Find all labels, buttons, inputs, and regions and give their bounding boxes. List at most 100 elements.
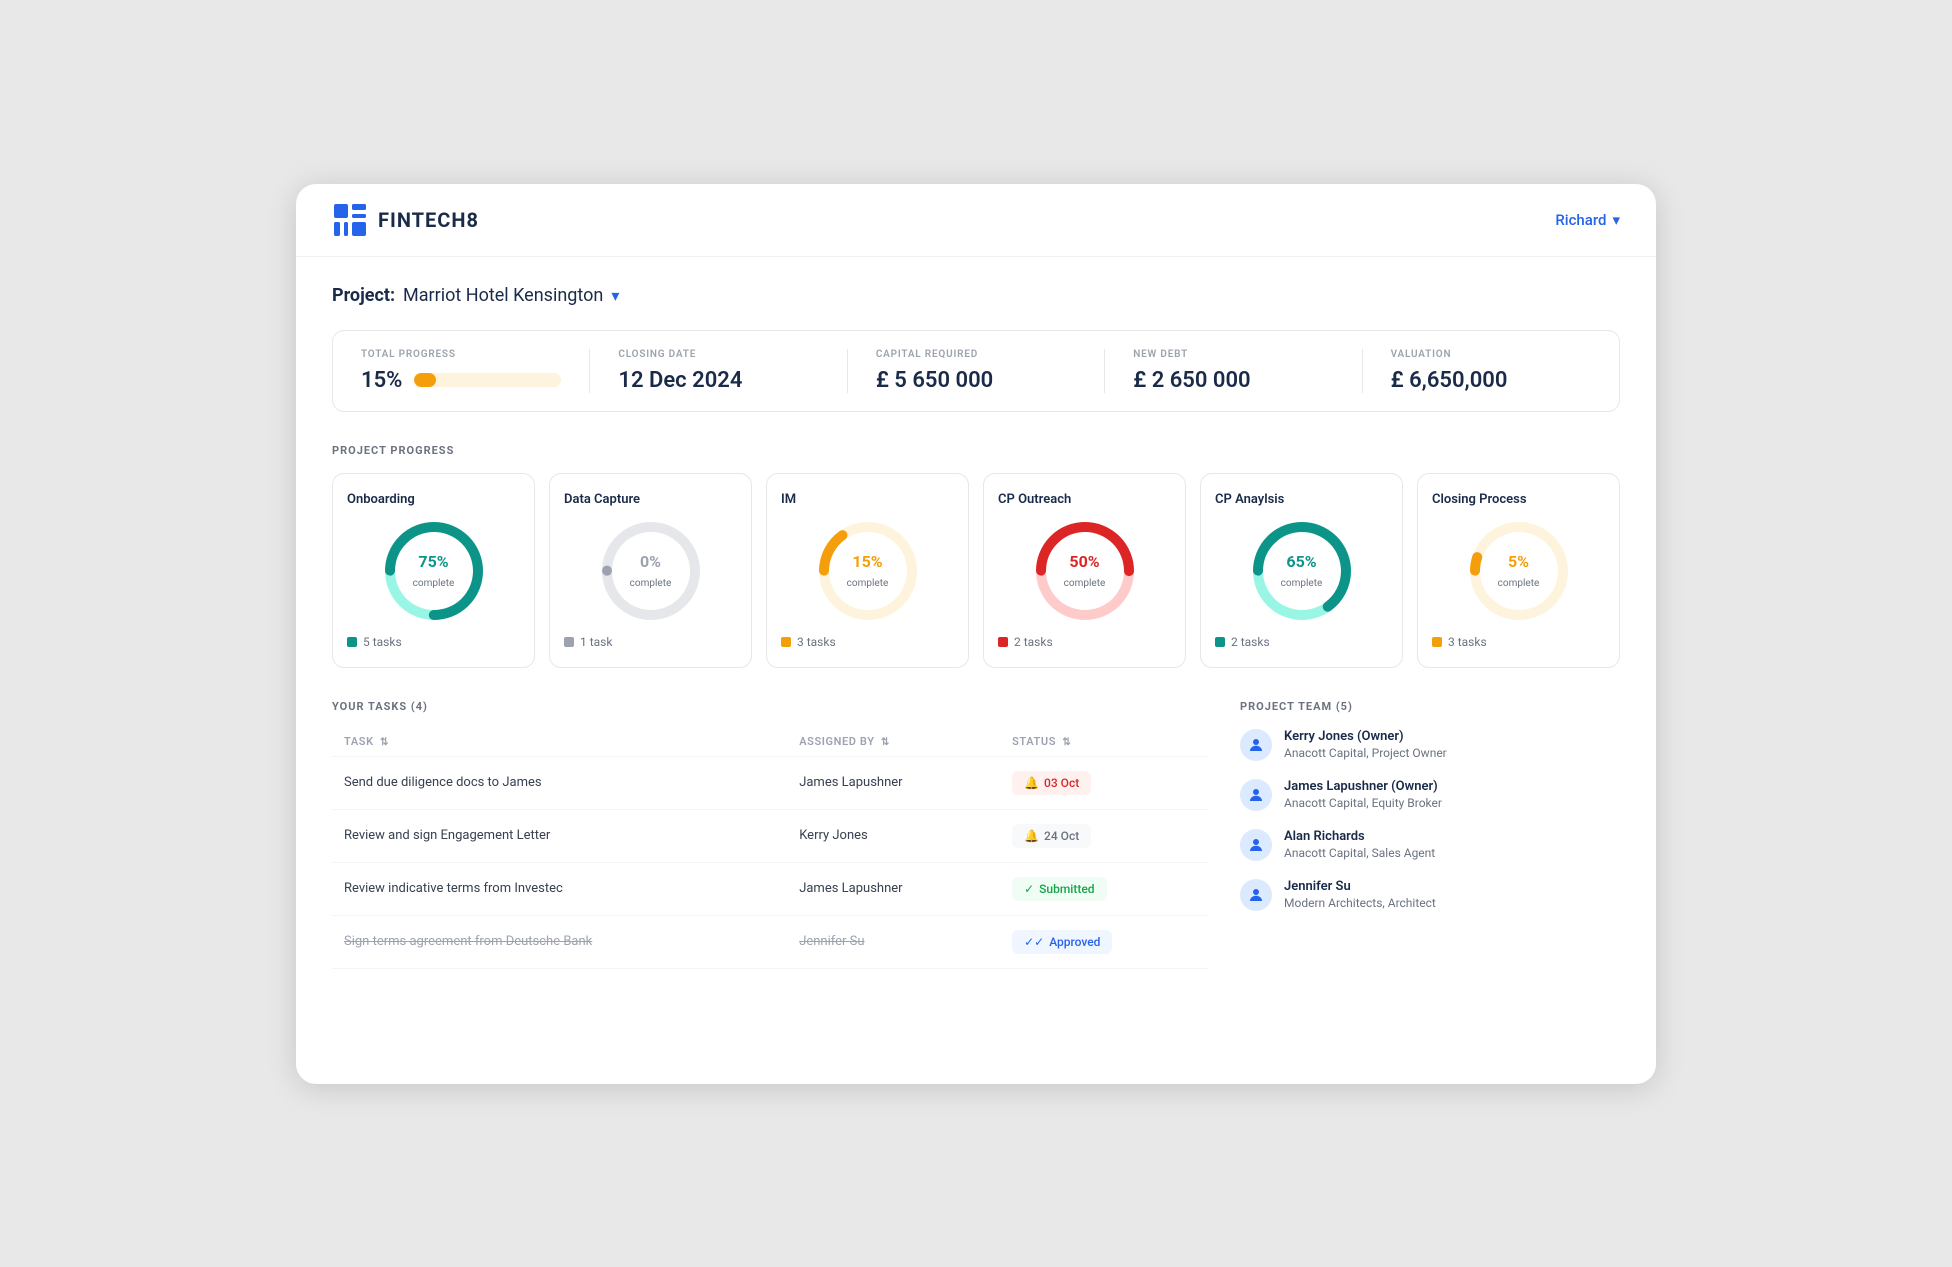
member-role-0: Anacott Capital, Project Owner	[1284, 746, 1447, 760]
tasks-section: YOUR TASKS (4) TASK ⇅ ASSIGNED BY ⇅	[332, 700, 1208, 969]
table-row: Review indicative terms from Investec Ja…	[332, 862, 1208, 915]
donut-container-2: 15% complete	[781, 521, 954, 621]
task-count-0: 5 tasks	[363, 635, 402, 649]
task-name-3: Sign terms agreement from Deutsche Bank	[332, 915, 787, 968]
donut-pct-5: 5%	[1498, 552, 1540, 571]
task-name-2: Review indicative terms from Investec	[332, 862, 787, 915]
tasks-table: TASK ⇅ ASSIGNED BY ⇅ STATUS ⇅	[332, 727, 1208, 969]
member-name-3: Jennifer Su	[1284, 879, 1436, 894]
member-role-3: Modern Architects, Architect	[1284, 896, 1436, 910]
task-count-4: 2 tasks	[1231, 635, 1270, 649]
member-info-0: Kerry Jones (Owner) Anacott Capital, Pro…	[1284, 729, 1447, 760]
task-assigned-2: James Lapushner	[787, 862, 1000, 915]
progress-card-4: CP Anaylsis 65% complete 2 tasks	[1200, 473, 1403, 668]
person-icon	[1247, 736, 1265, 754]
donut-complete-3: complete	[1064, 578, 1106, 589]
stat-valuation: VALUATION £ 6,650,000	[1363, 349, 1619, 393]
person-icon	[1247, 786, 1265, 804]
sort-assigned-icon: ⇅	[881, 737, 890, 748]
person-icon	[1247, 836, 1265, 854]
team-members-container: Kerry Jones (Owner) Anacott Capital, Pro…	[1240, 729, 1620, 911]
col-status[interactable]: STATUS ⇅	[1000, 727, 1208, 757]
task-assigned-1: Kerry Jones	[787, 809, 1000, 862]
project-label: Project:	[332, 285, 395, 306]
task-dot-2	[781, 637, 791, 647]
task-count-1: 1 task	[580, 635, 612, 649]
new-debt-value: £ 2 650 000	[1133, 368, 1333, 393]
donut-label-5: 5% complete	[1498, 552, 1540, 590]
member-info-1: James Lapushner (Owner) Anacott Capital,…	[1284, 779, 1442, 810]
col-assigned[interactable]: ASSIGNED BY ⇅	[787, 727, 1000, 757]
task-status-2: ✓ Submitted	[1000, 862, 1208, 915]
donut-label-3: 50% complete	[1064, 552, 1106, 590]
donut-pct-4: 65%	[1281, 552, 1323, 571]
project-dropdown-icon[interactable]: ▾	[611, 286, 619, 305]
logo-icon	[332, 202, 368, 238]
status-text-3: Approved	[1049, 935, 1100, 949]
task-dot-0	[347, 637, 357, 647]
task-dot-5	[1432, 637, 1442, 647]
progress-card-1: Data Capture 0% complete 1 task	[549, 473, 752, 668]
progress-container: 15%	[361, 368, 561, 393]
person-icon	[1247, 886, 1265, 904]
list-item: Alan Richards Anacott Capital, Sales Age…	[1240, 829, 1620, 861]
task-name-0: Send due diligence docs to James	[332, 756, 787, 809]
stats-bar: TOTAL PROGRESS 15% CLOSING DATE 12 Dec 2…	[332, 330, 1620, 412]
valuation-label: VALUATION	[1391, 349, 1591, 360]
status-badge-1: 🔔 24 Oct	[1012, 824, 1091, 848]
status-badge-2: ✓ Submitted	[1012, 877, 1106, 901]
capital-value: £ 5 650 000	[876, 368, 1076, 393]
card-tasks-1: 1 task	[564, 635, 737, 649]
progress-card-3: CP Outreach 50% complete 2 tasks	[983, 473, 1186, 668]
card-title-5: Closing Process	[1432, 492, 1605, 507]
donut-pct-1: 0%	[630, 552, 672, 571]
card-tasks-5: 3 tasks	[1432, 635, 1605, 649]
main-content: Project: Marriot Hotel Kensington ▾ TOTA…	[296, 257, 1656, 997]
donut-complete-4: complete	[1281, 578, 1323, 589]
card-title-4: CP Anaylsis	[1215, 492, 1388, 507]
valuation-value: £ 6,650,000	[1391, 368, 1591, 393]
donut-container-1: 0% complete	[564, 521, 737, 621]
task-assigned-0: James Lapushner	[787, 756, 1000, 809]
table-row: Send due diligence docs to James James L…	[332, 756, 1208, 809]
member-name-0: Kerry Jones (Owner)	[1284, 729, 1447, 744]
stat-closing-date: CLOSING DATE 12 Dec 2024	[590, 349, 847, 393]
task-count-5: 3 tasks	[1448, 635, 1487, 649]
task-dot-4	[1215, 637, 1225, 647]
task-status-1: 🔔 24 Oct	[1000, 809, 1208, 862]
logo-area: FINTECH8	[332, 202, 479, 238]
bottom-section: YOUR TASKS (4) TASK ⇅ ASSIGNED BY ⇅	[332, 700, 1620, 969]
status-badge-0: 🔔 03 Oct	[1012, 771, 1091, 795]
status-text-0: 03 Oct	[1044, 776, 1079, 790]
card-title-1: Data Capture	[564, 492, 737, 507]
card-tasks-3: 2 tasks	[998, 635, 1171, 649]
card-title-3: CP Outreach	[998, 492, 1171, 507]
donut-container-4: 65% complete	[1215, 521, 1388, 621]
member-avatar-2	[1240, 829, 1272, 861]
team-title: PROJECT TEAM (5)	[1240, 700, 1620, 713]
project-header: Project: Marriot Hotel Kensington ▾	[332, 285, 1620, 306]
new-debt-label: NEW DEBT	[1133, 349, 1333, 360]
list-item: James Lapushner (Owner) Anacott Capital,…	[1240, 779, 1620, 811]
status-icon-2: ✓	[1024, 882, 1034, 896]
member-role-1: Anacott Capital, Equity Broker	[1284, 796, 1442, 810]
member-info-2: Alan Richards Anacott Capital, Sales Age…	[1284, 829, 1435, 860]
table-row: Sign terms agreement from Deutsche Bank …	[332, 915, 1208, 968]
tasks-title: YOUR TASKS (4)	[332, 700, 1208, 713]
stat-new-debt: NEW DEBT £ 2 650 000	[1105, 349, 1362, 393]
progress-pct: 15%	[361, 368, 402, 393]
donut-pct-0: 75%	[413, 552, 455, 571]
member-info-3: Jennifer Su Modern Architects, Architect	[1284, 879, 1436, 910]
donut-container-3: 50% complete	[998, 521, 1171, 621]
app-container: FINTECH8 Richard ▾ Project: Marriot Hote…	[296, 184, 1656, 1084]
card-tasks-2: 3 tasks	[781, 635, 954, 649]
member-name-2: Alan Richards	[1284, 829, 1435, 844]
team-section: PROJECT TEAM (5) Kerry Jones (Owner) Ana…	[1240, 700, 1620, 969]
user-menu[interactable]: Richard ▾	[1555, 211, 1620, 229]
card-tasks-4: 2 tasks	[1215, 635, 1388, 649]
task-count-3: 2 tasks	[1014, 635, 1053, 649]
status-icon-3: ✓✓	[1024, 935, 1044, 949]
col-task[interactable]: TASK ⇅	[332, 727, 787, 757]
donut-container-5: 5% complete	[1432, 521, 1605, 621]
capital-label: CAPITAL REQUIRED	[876, 349, 1076, 360]
